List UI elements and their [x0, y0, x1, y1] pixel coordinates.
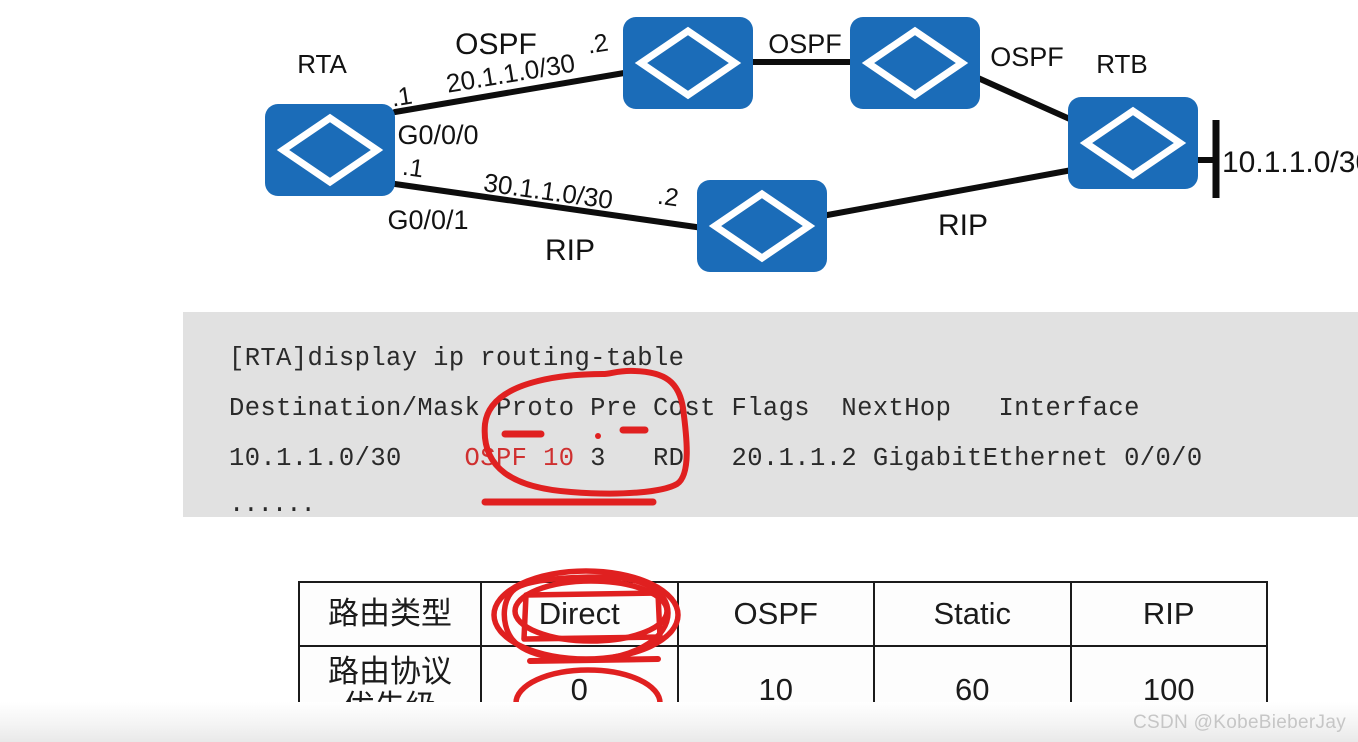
- label-ospf-right: OSPF: [990, 42, 1064, 72]
- cli-route-proto: OSPF: [464, 444, 528, 473]
- cli-col-proto: Proto: [495, 394, 575, 423]
- router-node-3: [697, 180, 827, 272]
- cli-col-interface: Interface: [998, 394, 1140, 423]
- label-interface-g0-0-1: G0/0/1: [387, 205, 468, 235]
- cli-col-destination-mask: Destination/Mask: [229, 394, 481, 423]
- cli-route-flags: RD: [652, 444, 685, 473]
- cli-route-cost: 3: [590, 444, 606, 473]
- screenshot-root: RTA RTB OSPF OSPF OSPF 20.1.1.0/30 30.1.…: [0, 0, 1358, 742]
- cell-route-type-ospf: OSPF: [676, 581, 875, 647]
- cli-ellipsis: ......: [229, 490, 316, 519]
- label-interface-g0-0-0: G0/0/0: [397, 120, 478, 150]
- cli-col-nexthop: NextHop: [841, 394, 952, 423]
- label-lan-network: 10.1.1.0/30: [1222, 146, 1358, 179]
- label-ip-peer-top: .2: [585, 29, 610, 60]
- cli-route-pre: 10: [543, 444, 575, 473]
- cli-route-interface: GigabitEthernet 0/0/0: [872, 444, 1203, 473]
- label-ip-peer-bottom: .2: [656, 182, 681, 213]
- label-ip-rta-top: .1: [389, 82, 414, 113]
- cli-col-pre: Pre: [590, 394, 638, 423]
- label-rtb: RTB: [1096, 49, 1148, 79]
- cli-route-destination: 10.1.1.0/30: [229, 444, 402, 473]
- link-r2-to-rtb-ospf: [975, 75, 1075, 123]
- cli-header-line: Destination/Mask Proto Pre Cost Flags Ne…: [229, 384, 1358, 434]
- cli-command-line: [RTA]display ip routing-table: [229, 344, 685, 373]
- csdn-watermark: CSDN @KobeBieberJay: [1133, 712, 1346, 733]
- router-node-rta: [265, 104, 395, 196]
- router-node-1: [623, 17, 753, 109]
- label-rta: RTA: [297, 49, 347, 79]
- label-ip-rta-bottom: .1: [401, 153, 426, 184]
- cli-route-row: 10.1.1.0/30 OSPF 10 3 RD 20.1.1.2 Gigabi…: [229, 434, 1358, 484]
- cli-route-nexthop: 20.1.1.2: [731, 444, 858, 473]
- row-header-route-type: 路由类型: [298, 581, 482, 647]
- label-rip-right: RIP: [938, 209, 988, 242]
- router-node-2: [850, 17, 980, 109]
- cli-output-block: [RTA]display ip routing-table Destinatio…: [183, 312, 1358, 519]
- router-node-rtb: [1068, 97, 1198, 189]
- network-topology-diagram: RTA RTB OSPF OSPF OSPF 20.1.1.0/30 30.1.…: [0, 0, 1358, 300]
- cell-route-type-rip: RIP: [1069, 581, 1268, 647]
- cli-col-flags: Flags: [731, 394, 811, 423]
- table-row-route-type: 路由类型 Direct OSPF Static RIP: [298, 581, 1268, 647]
- label-rip-bottom: RIP: [545, 234, 595, 267]
- label-ospf-mid: OSPF: [768, 29, 842, 59]
- cell-route-type-static: Static: [873, 581, 1072, 647]
- cell-route-type-direct: Direct: [480, 581, 679, 647]
- cli-col-cost: Cost: [652, 394, 716, 423]
